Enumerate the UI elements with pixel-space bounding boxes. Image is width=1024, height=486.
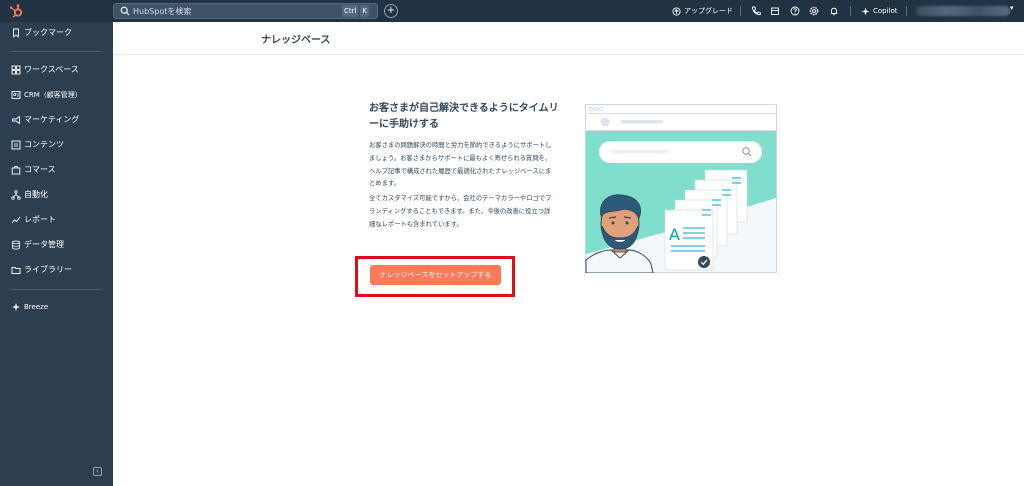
notifications-bell-icon[interactable] [828,5,840,17]
copilot-sparkle-icon [861,6,870,16]
sidebar-divider [10,289,102,290]
search-shortcut: Ctrl K [340,5,369,17]
upgrade-button[interactable]: アップグレード [672,0,733,22]
sidebar-item-label: ワークスペース [24,65,79,74]
sidebar: ブックマーク ワークスペース CRM（顧客管理） マーケティング コンテンツ コ… [0,22,113,486]
sidebar-item-bookmarks[interactable]: ブックマーク [0,24,113,42]
sidebar-item-label: マーケティング [24,115,80,124]
copilot-button[interactable]: Copilot [861,0,898,22]
page-title: ナレッジベース [261,35,331,46]
topbar-divider [850,6,851,16]
empty-state-description: お客さまの問題解決の時間と労力を節約できるようにサポートしましょう。お客さまから… [369,142,552,188]
sidebar-item-label: データ管理 [24,240,64,249]
commerce-icon [11,166,21,175]
sidebar-item-label: CRM（顧客管理） [24,91,82,99]
upgrade-icon [672,6,681,16]
setup-knowledge-base-button[interactable]: ナレッジベースをセットアップする [370,265,501,285]
marketplace-icon[interactable] [769,5,781,17]
sidebar-item-commerce[interactable]: コマース [0,161,113,179]
sidebar-item-library[interactable]: ライブラリー [0,261,113,279]
marketing-icon [12,115,20,125]
settings-gear-icon[interactable] [808,5,820,17]
sidebar-divider [10,51,102,52]
sidebar-item-marketing[interactable]: マーケティング [0,111,113,129]
reports-icon [11,216,21,224]
sidebar-item-workspaces[interactable]: ワークスペース [0,61,113,79]
sidebar-item-content[interactable]: コンテンツ [0,136,113,154]
library-folder-icon [11,267,21,274]
knowledge-base-illustration: A [585,104,777,273]
sidebar-item-label: Breeze [24,303,49,311]
upgrade-label: アップグレード [684,7,733,15]
topbar-divider [740,6,741,16]
bookmark-icon [13,28,19,38]
sidebar-item-label: レポート [24,215,56,224]
sidebar-item-label: コンテンツ [24,140,64,149]
shortcut-key-k: K [360,5,369,17]
sidebar-item-label: ライブラリー [24,265,72,274]
sidebar-item-reports[interactable]: レポート [0,211,113,229]
sidebar-item-automation[interactable]: 自動化 [0,186,113,204]
workspace-icon [11,65,21,75]
create-new-button[interactable]: + [384,4,398,18]
search-placeholder: HubSpotを検索 [133,7,192,16]
crm-icon [11,91,21,99]
automation-icon [11,190,21,200]
chevron-down-icon[interactable]: ▾ [1010,4,1014,12]
help-icon[interactable] [789,5,801,17]
search-icon [120,6,130,16]
illustration-browser-titlebar [586,105,776,113]
sidebar-item-data-management[interactable]: データ管理 [0,236,113,254]
topbar-divider [906,6,907,16]
content-icon [11,140,21,150]
data-management-icon [12,240,20,250]
search-input[interactable]: HubSpotを検索 Ctrl K [113,3,378,19]
copilot-label: Copilot [873,7,898,15]
account-menu[interactable] [916,6,1010,16]
svg-text:A: A [669,225,680,244]
breeze-sparkle-icon [11,302,21,312]
page-header: ナレッジベース [113,22,1024,55]
phone-icon[interactable] [750,5,762,17]
sidebar-item-label: 自動化 [24,190,48,199]
illustration-nav-bar [586,114,776,130]
illustration-avatar [600,117,610,127]
sidebar-item-label: コマース [24,165,56,174]
shortcut-key-ctrl: Ctrl [341,5,359,17]
sidebar-item-label: ブックマーク [24,28,72,37]
top-navigation-bar: HubSpotを検索 Ctrl K + アップグレード Copilot ▾ [0,0,1024,22]
hubspot-logo-icon[interactable] [8,3,24,19]
collapse-sidebar-icon[interactable]: ‹ [93,467,102,476]
empty-state-description-secondary: 全てカスタマイズ可能ですから、会社のテーマカラーやロゴでブランディングすることも… [369,195,552,228]
empty-state-heading: お客さまが自己解決できるようにタイムリーに手助けする [369,103,559,130]
sidebar-item-breeze[interactable]: Breeze [0,298,113,316]
sidebar-item-crm[interactable]: CRM（顧客管理） [0,86,113,104]
illustration-check-icon [698,256,710,268]
